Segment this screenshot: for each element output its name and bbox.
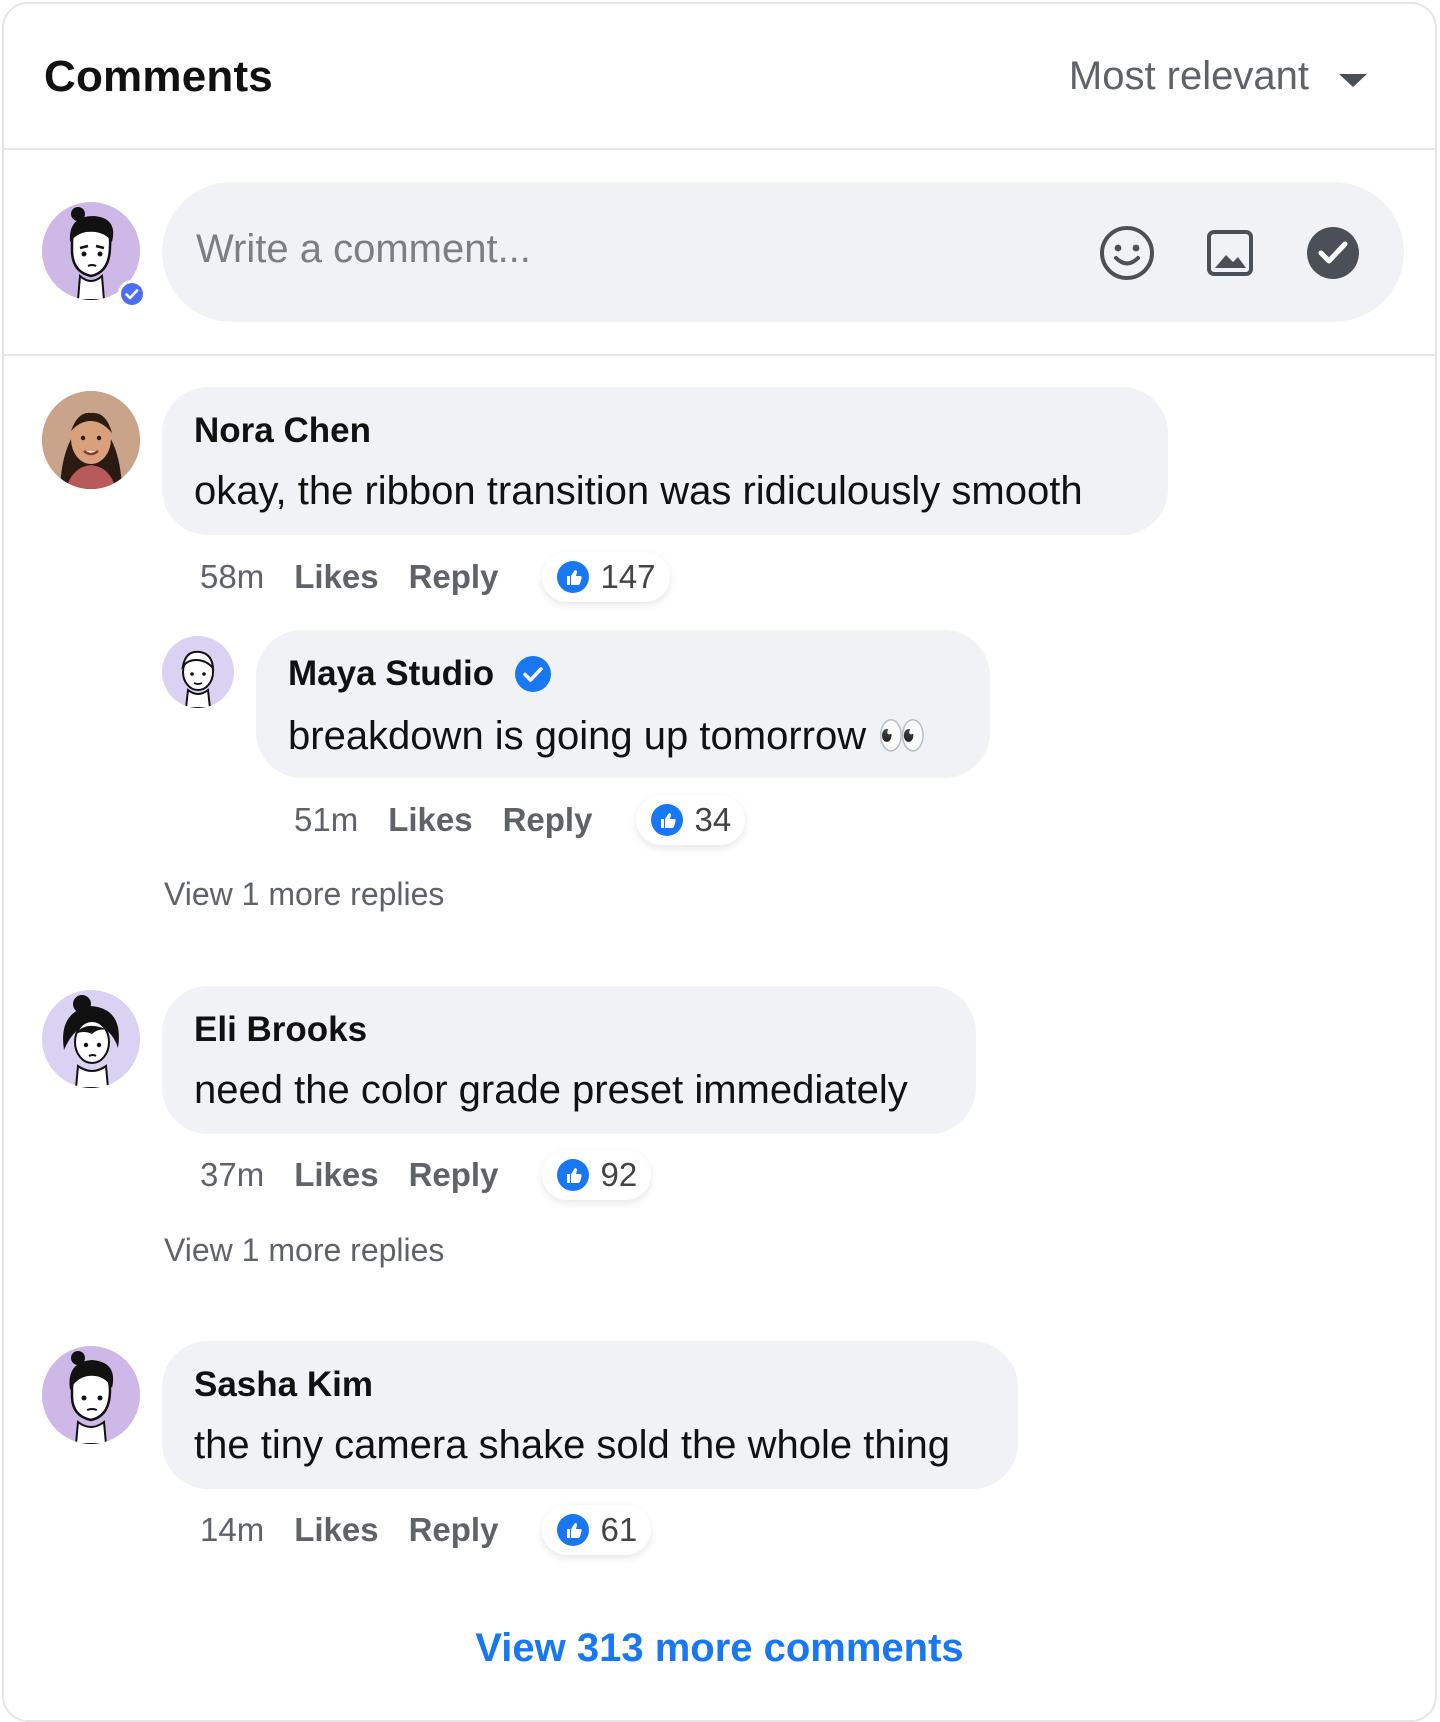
view-more-comments-link[interactable]: View 313 more comments <box>4 1626 1435 1671</box>
like-icon <box>651 804 684 836</box>
verified-icon <box>121 283 143 305</box>
comment-time: 58m <box>200 558 265 595</box>
comment-actions: 14m Likes Reply 61 <box>200 1505 652 1555</box>
comment-input-container <box>162 182 1404 322</box>
avatar[interactable] <box>42 990 140 1088</box>
reaction-count: 147 <box>600 558 656 595</box>
avatar[interactable] <box>162 636 234 708</box>
chevron-down-icon <box>1339 74 1367 87</box>
send-button[interactable] <box>1302 222 1364 284</box>
page-title: Comments <box>44 52 273 101</box>
comment-author[interactable]: Sasha Kim <box>194 1365 986 1405</box>
verified-icon <box>515 656 552 692</box>
comment-time: 14m <box>200 1511 265 1548</box>
comments-header: Comments Most relevant <box>4 4 1435 150</box>
reaction-count: 34 <box>694 801 732 838</box>
like-action[interactable]: Likes <box>388 801 472 839</box>
reply-action[interactable]: Reply <box>409 1156 499 1194</box>
avatar[interactable] <box>42 1346 140 1444</box>
comment-text: the tiny camera shake sold the whole thi… <box>194 1423 950 1467</box>
reaction-count-badge[interactable]: 34 <box>636 795 746 845</box>
reaction-count-badge[interactable]: 92 <box>542 1150 652 1200</box>
comment-composer <box>4 150 1435 356</box>
view-more-replies-link[interactable]: View 1 more replies <box>164 1232 444 1269</box>
comment-bubble: Nora Chen okay, the ribbon transition wa… <box>162 387 1168 535</box>
reply-text: breakdown is going up tomorrow 👀 <box>288 714 928 758</box>
reaction-count: 92 <box>600 1156 638 1193</box>
reply-action[interactable]: Reply <box>409 558 499 596</box>
comment-author[interactable]: Eli Brooks <box>194 1010 944 1050</box>
like-action[interactable]: Likes <box>294 558 378 596</box>
avatar[interactable] <box>42 391 140 489</box>
like-action[interactable]: Likes <box>294 1511 378 1549</box>
like-icon <box>557 1159 590 1191</box>
reply-action[interactable]: Reply <box>409 1511 499 1549</box>
reply-time: 51m <box>294 801 359 838</box>
reply-bubble: Maya Studio breakdown is going up tomorr… <box>256 630 990 778</box>
reaction-count-badge[interactable]: 147 <box>542 552 670 602</box>
emoji-button[interactable] <box>1096 222 1158 284</box>
comment-bubble: Eli Brooks need the color grade preset i… <box>162 986 976 1134</box>
comment-author[interactable]: Nora Chen <box>194 411 1136 451</box>
reaction-count-badge[interactable]: 61 <box>542 1505 652 1555</box>
like-action[interactable]: Likes <box>294 1156 378 1194</box>
reply-action[interactable]: Reply <box>503 801 593 839</box>
reply-author[interactable]: Maya Studio <box>288 654 958 694</box>
comment-actions: 58m Likes Reply 147 <box>200 552 670 602</box>
image-icon <box>1207 230 1253 276</box>
comment-bubble: Sasha Kim the tiny camera shake sold the… <box>162 1341 1018 1489</box>
sort-label: Most relevant <box>1068 54 1309 98</box>
comment-text: okay, the ribbon transition was ridiculo… <box>194 469 1083 513</box>
like-icon <box>557 561 590 593</box>
sort-dropdown[interactable]: Most relevant <box>1069 54 1367 99</box>
comment-input[interactable] <box>194 226 898 273</box>
send-check-icon <box>1307 227 1359 279</box>
view-more-replies-link[interactable]: View 1 more replies <box>164 876 444 913</box>
comments-card: Comments Most relevant Write a comment..… <box>2 2 1437 1722</box>
reaction-count: 61 <box>600 1511 638 1548</box>
comment-text: need the color grade preset immediately <box>194 1068 908 1112</box>
like-icon <box>557 1514 590 1546</box>
comment-actions: 37m Likes Reply 92 <box>200 1150 652 1200</box>
comment-time: 37m <box>200 1156 265 1193</box>
verified-badge <box>118 280 146 308</box>
reply-actions: 51m Likes Reply 34 <box>294 795 746 845</box>
image-button[interactable] <box>1199 222 1261 284</box>
emoji-icon <box>1100 226 1154 280</box>
